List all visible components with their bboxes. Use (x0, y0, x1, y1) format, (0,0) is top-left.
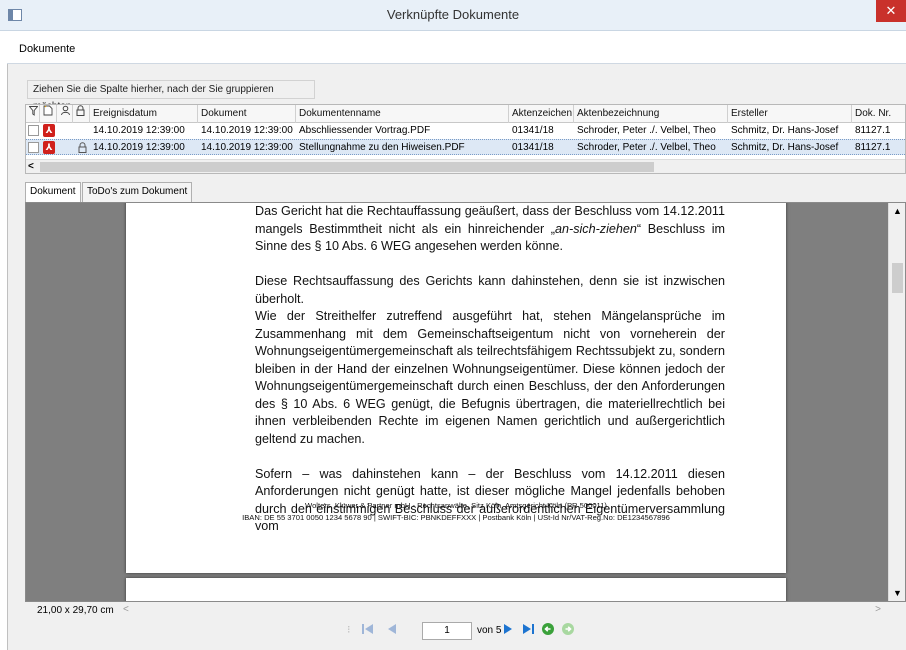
tab-dokument[interactable]: Dokument (25, 182, 81, 203)
cell-dok-nr: 81127.1 (855, 142, 891, 153)
cell-dokument: 14.10.2019 12:39:00 (201, 125, 293, 136)
cell-aktenbezeichnung: Schroder, Peter ./. Velbel, Theo (577, 125, 716, 136)
lock-icon[interactable] (73, 105, 90, 123)
scroll-up-icon[interactable]: ▲ (893, 206, 902, 216)
group-by-drop-zone[interactable]: Ziehen Sie die Spalte hierher, nach der … (27, 80, 315, 112)
document-text: Das Gericht hat die Rechtauffassung geäu… (255, 203, 725, 536)
document-page: Das Gericht hat die Rechtauffassung geäu… (126, 203, 786, 573)
scroll-left-icon[interactable]: < (123, 604, 129, 615)
column-aktenbezeichnung[interactable]: Aktenbezeichnung (574, 105, 728, 123)
scrollbar-thumb[interactable] (892, 263, 903, 293)
documents-grid: Ereignisdatum Dokument Dokumentenname Ak… (25, 104, 906, 174)
table-row[interactable]: ⅄ 14.10.2019 12:39:00 14.10.2019 12:39:0… (26, 123, 905, 139)
scroll-down-icon[interactable]: ▼ (893, 588, 902, 598)
tab-todos[interactable]: ToDo's zum Dokument (82, 182, 193, 202)
row-select-checkbox[interactable] (28, 125, 39, 136)
page-footer-line-2: IBAN: DE 55 3701 0050 1234 5678 90 | SWI… (242, 513, 670, 522)
previous-page-button[interactable] (383, 622, 401, 640)
grid-horizontal-scrollbar[interactable]: < (26, 159, 905, 173)
last-page-button[interactable] (519, 622, 537, 640)
paragraph: Wie der Streithelfer zutreffend ausgefüh… (255, 309, 725, 446)
pdf-icon: ⅄ (43, 141, 55, 154)
column-ereignisdatum[interactable]: Ereignisdatum (90, 105, 198, 123)
row-select-checkbox[interactable] (28, 142, 39, 153)
status-bar: 21,00 x 29,70 cm < > (25, 602, 906, 620)
lock-icon (78, 142, 87, 153)
first-page-button[interactable] (359, 622, 377, 640)
cell-ersteller: Schmitz, Dr. Hans-Josef (731, 125, 839, 136)
close-button[interactable]: ✕ (876, 0, 906, 22)
user-group-icon[interactable] (57, 105, 73, 123)
page-count-label: von 5 (477, 625, 502, 636)
column-aktenzeichen[interactable]: Aktenzeichen (509, 105, 574, 123)
column-dokumentenname[interactable]: Dokumentenname (296, 105, 509, 123)
cell-aktenzeichen: 01341/18 (512, 142, 554, 153)
back-icon[interactable] (539, 622, 557, 640)
grid-header: Ereignisdatum Dokument Dokumentenname Ak… (26, 105, 905, 123)
grip-icon: ⁝ (347, 624, 351, 636)
cell-dokumentenname: Stellungnahme zu den Hiweisen.PDF (299, 142, 465, 153)
window-title: Verknüpfte Dokumente (386, 7, 520, 22)
cell-ereignisdatum: 14.10.2019 12:39:00 (93, 125, 185, 136)
column-dokument[interactable]: Dokument (198, 105, 296, 123)
new-document-icon[interactable] (40, 105, 57, 123)
pdf-icon: ⅄ (43, 124, 55, 137)
cell-ersteller: Schmitz, Dr. Hans-Josef (731, 142, 839, 153)
cell-dokumentenname: Abschliessender Vortrag.PDF (299, 125, 431, 136)
table-row-selected[interactable]: ⅄ 14.10.2019 12:39:00 14.10.2019 12:39:0… (26, 139, 905, 155)
cell-aktenbezeichnung: Schroder, Peter ./. Velbel, Theo (577, 142, 716, 153)
viewer-vertical-scrollbar[interactable]: ▲ ▼ (888, 203, 905, 601)
next-page-button[interactable] (499, 622, 517, 640)
next-page (126, 578, 786, 601)
page-navigation: ⁝ 1 von 5 (25, 620, 906, 644)
cell-ereignisdatum: 14.10.2019 12:39:00 (93, 142, 185, 153)
scrollbar-thumb[interactable] (40, 162, 654, 172)
cell-aktenzeichen: 01341/18 (512, 125, 554, 136)
column-dok-nr[interactable]: Dok. Nr. (852, 105, 906, 123)
cell-dok-nr: 81127.1 (855, 125, 891, 136)
filter-icon[interactable] (26, 105, 40, 123)
cell-dokument: 14.10.2019 12:39:00 (201, 142, 293, 153)
forward-icon[interactable] (559, 622, 577, 640)
column-ersteller[interactable]: Ersteller (728, 105, 852, 123)
title-bar: Verknüpfte Dokumente ✕ (0, 0, 906, 31)
page-footer-line-1: Wolters, Kluwer & Partner mbH - Rechtsan… (305, 501, 607, 510)
paragraph: Diese Rechtsauffassung des Gerichts kann… (255, 274, 725, 306)
menu-item-dokumente[interactable]: Dokumente (19, 43, 75, 55)
page-number-input[interactable]: 1 (422, 622, 472, 640)
menu-bar: Dokumente (7, 31, 906, 64)
document-viewer[interactable]: Das Gericht hat die Rechtauffassung geäu… (25, 202, 906, 602)
scroll-right-icon[interactable]: > (875, 604, 881, 615)
scroll-left-icon[interactable]: < (28, 160, 34, 173)
page-size-label: 21,00 x 29,70 cm (37, 605, 114, 616)
paragraph: Das Gericht hat die Rechtauffassung geäu… (255, 204, 725, 253)
